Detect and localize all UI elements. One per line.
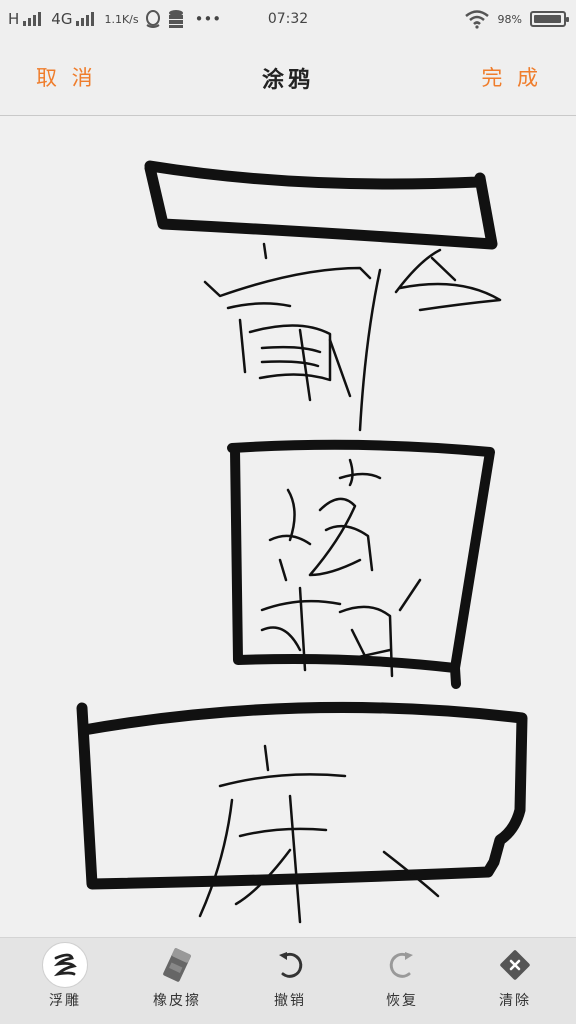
status-right: 98% (464, 0, 569, 38)
tool-undo[interactable]: 撤销 (240, 938, 340, 1024)
doodle-drawing (76, 160, 528, 924)
battery-percent: 98% (497, 12, 522, 26)
tool-eraser[interactable]: 橡皮擦 (127, 938, 227, 1024)
redo-icon (379, 942, 425, 988)
tool-emboss-label: 浮雕 (49, 993, 81, 1009)
undo-icon (267, 942, 313, 988)
tool-clear[interactable]: 清除 (465, 938, 565, 1024)
brush-icon (42, 942, 88, 988)
eraser-icon (154, 942, 200, 988)
tool-emboss[interactable]: 浮雕 (15, 938, 115, 1024)
header-bar: 取 消 涂鸦 完 成 (0, 38, 576, 116)
tool-undo-label: 撤销 (274, 993, 306, 1009)
battery-icon (530, 11, 569, 27)
battery-fill (534, 15, 562, 23)
tool-clear-label: 清除 (499, 993, 531, 1009)
tool-redo-label: 恢复 (386, 993, 418, 1009)
clear-icon (492, 942, 538, 988)
doodle-chars (198, 242, 502, 924)
doodle-top-box (144, 160, 498, 250)
tool-redo[interactable]: 恢复 (352, 938, 452, 1024)
done-button[interactable]: 完 成 (481, 62, 542, 92)
status-bar: H 4G 1.1K/s ••• 07:32 98% (0, 0, 576, 38)
wifi-icon (464, 10, 489, 29)
bottom-toolbar: 浮雕 橡皮擦 撤销 恢复 清除 (0, 937, 576, 1024)
doodle-bottom-box (76, 701, 528, 890)
drawing-canvas[interactable] (0, 117, 576, 937)
tool-eraser-label: 橡皮擦 (153, 993, 201, 1009)
